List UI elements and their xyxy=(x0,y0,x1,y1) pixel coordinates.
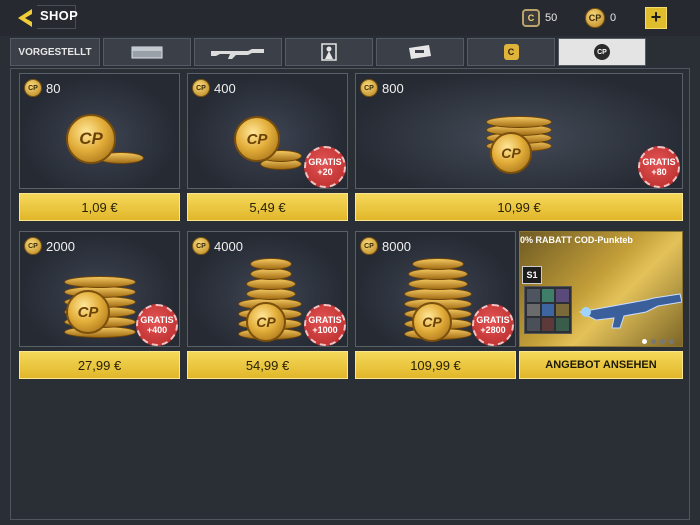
cp-bundle-8000[interactable]: CP 8000 CP GRATIS +2800 109,99 € xyxy=(355,231,516,379)
category-tabs: VORGESTELLT C CP xyxy=(10,38,690,66)
cp-coin-icon: CP xyxy=(192,237,210,255)
coin-stack xyxy=(250,258,292,270)
carousel-indicator[interactable] xyxy=(642,339,674,344)
cp-coin-icon: CP xyxy=(246,302,286,342)
cod-points-value: 50 xyxy=(545,12,558,24)
bundle-amount: CP 4000 xyxy=(192,237,243,255)
bundle-image: CP 2000 CP GRATIS +400 xyxy=(19,231,180,347)
bundle-amount: CP 2000 xyxy=(24,237,75,255)
amount-label: 8000 xyxy=(382,238,411,254)
bonus-badge: GRATIS +80 xyxy=(638,146,680,188)
bundle-amount: CP 80 xyxy=(24,79,60,97)
add-currency-button[interactable]: + xyxy=(645,7,667,29)
price-button[interactable]: 1,09 € xyxy=(19,193,180,221)
coin-stack xyxy=(412,258,464,270)
cp-coin-icon: CP xyxy=(66,290,110,334)
price-button[interactable]: 27,99 € xyxy=(19,351,180,379)
promo-image: 0% RABATT COD-Punkteb S1 xyxy=(519,231,683,347)
bonus-badge: GRATIS +1000 xyxy=(304,304,346,346)
cp-bundle-4000[interactable]: CP 4000 CP GRATIS +1000 54,99 € xyxy=(187,231,348,379)
tab-tickets[interactable] xyxy=(376,38,464,66)
price-button[interactable]: 54,99 € xyxy=(187,351,348,379)
price-button[interactable]: 10,99 € xyxy=(355,193,683,221)
crate-icon xyxy=(131,46,163,59)
rifle-icon xyxy=(578,293,682,329)
cp-coin-icon: CP xyxy=(192,79,210,97)
bundle-image: CP 4000 CP GRATIS +1000 xyxy=(187,231,348,347)
amount-label: 4000 xyxy=(214,238,243,254)
bundle-amount: CP 8000 xyxy=(360,237,411,255)
amount-label: 2000 xyxy=(46,238,75,254)
character-icon xyxy=(321,43,337,61)
bundle-image: CP 400 CP GRATIS +20 xyxy=(187,73,348,189)
bonus-badge: GRATIS +2800 xyxy=(472,304,514,346)
cp-coin-icon: CP xyxy=(66,114,116,164)
back-arrow-icon[interactable] xyxy=(14,6,38,30)
cp-bundle-400[interactable]: CP 400 CP GRATIS +20 5,49 € xyxy=(187,73,348,221)
page-title: SHOP xyxy=(40,8,79,23)
coin-stack xyxy=(64,276,136,288)
tab-cp[interactable]: CP xyxy=(558,38,646,66)
price-button[interactable]: 5,49 € xyxy=(187,193,348,221)
bundle-amount: CP 400 xyxy=(192,79,236,97)
cp-balance-display: CP 0 xyxy=(585,8,616,28)
cp-coin-icon: CP xyxy=(234,116,280,162)
tab-characters[interactable] xyxy=(285,38,373,66)
cp-coin-icon: CP xyxy=(24,79,42,97)
tab-featured[interactable]: VORGESTELLT xyxy=(10,38,100,66)
cp-coin-icon: CP xyxy=(24,237,42,255)
promo-offer-card[interactable]: 0% RABATT COD-Punkteb S1 ANGEBOT ANSEHEN xyxy=(519,231,683,379)
cp-bundle-800[interactable]: CP 800 CP GRATIS +80 10,99 € xyxy=(355,73,683,221)
cp-currency-icon: CP xyxy=(594,44,610,60)
cp-coin-icon: CP xyxy=(412,302,452,342)
coin-stack xyxy=(486,116,552,128)
cp-coin-icon: CP xyxy=(360,237,378,255)
cp-bundle-80[interactable]: CP 80 CP 1,09 € xyxy=(19,73,180,221)
amount-label: 400 xyxy=(214,80,236,96)
shop-content: CP 80 CP 1,09 € CP 400 CP GRATIS +20 5,49… xyxy=(10,68,690,520)
bundle-image: CP 80 CP xyxy=(19,73,180,189)
bundle-amount: CP 800 xyxy=(360,79,404,97)
cp-coin-icon: CP xyxy=(585,8,605,28)
tab-cod-points[interactable]: C xyxy=(467,38,555,66)
rifle-icon xyxy=(211,49,264,59)
amount-label: 800 xyxy=(382,80,404,96)
tab-crates[interactable] xyxy=(103,38,191,66)
cod-currency-icon: C xyxy=(503,44,519,60)
bonus-badge: GRATIS +400 xyxy=(136,304,178,346)
amount-label: 80 xyxy=(46,80,61,96)
season-badge: S1 xyxy=(522,266,542,284)
cp-balance-value: 0 xyxy=(610,12,617,24)
top-bar: SHOP C 50 CP 0 + xyxy=(0,0,700,36)
tab-weapons[interactable] xyxy=(194,38,282,66)
ticket-icon xyxy=(409,45,431,59)
cod-points-display: C 50 xyxy=(522,8,557,28)
bundle-image: CP 8000 CP GRATIS +2800 xyxy=(355,231,516,347)
cp-bundle-2000[interactable]: CP 2000 CP GRATIS +400 27,99 € xyxy=(19,231,180,379)
cod-points-icon: C xyxy=(522,9,540,27)
price-button[interactable]: 109,99 € xyxy=(355,351,516,379)
bundle-image: CP 800 CP GRATIS +80 xyxy=(355,73,683,189)
bonus-badge: GRATIS +20 xyxy=(304,146,346,188)
item-grid xyxy=(524,286,572,334)
promo-title: 0% RABATT COD-Punkteb xyxy=(520,235,633,245)
view-offer-button[interactable]: ANGEBOT ANSEHEN xyxy=(519,351,683,379)
cp-coin-icon: CP xyxy=(360,79,378,97)
cp-coin-icon: CP xyxy=(490,132,532,174)
